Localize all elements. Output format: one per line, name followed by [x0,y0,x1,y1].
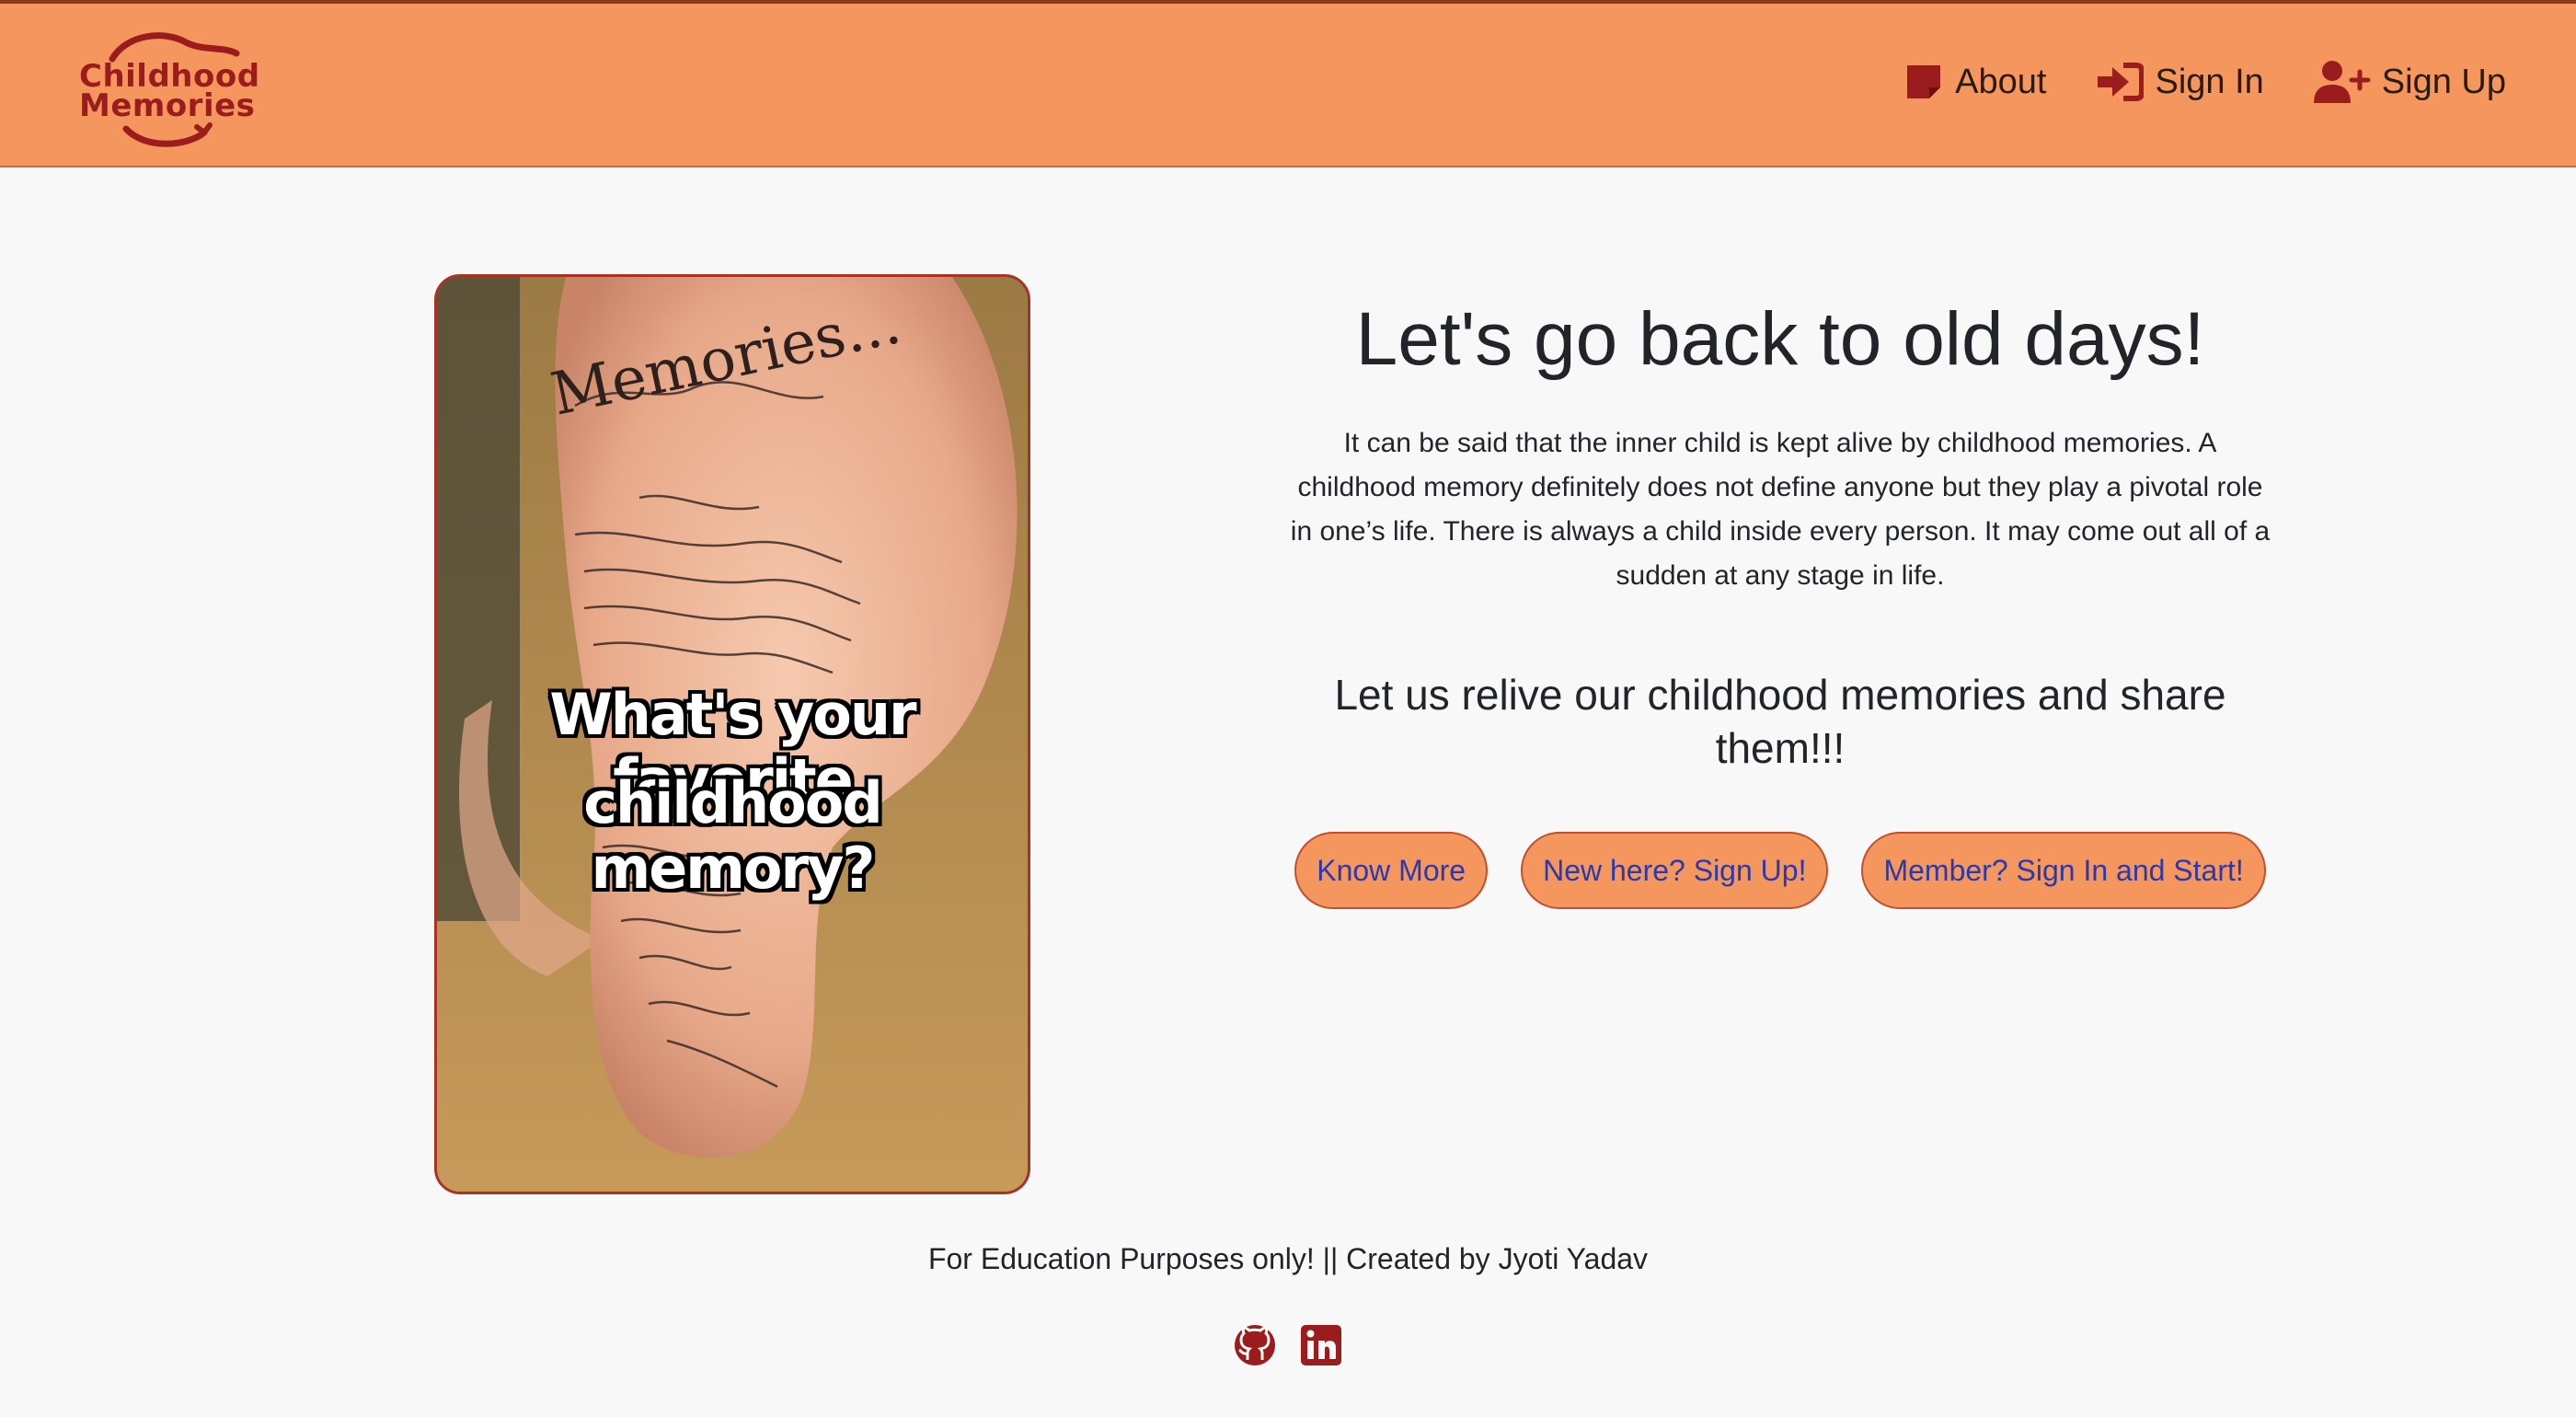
intro-paragraph: It can be said that the inner child is k… [1290,428,2271,592]
hero-image: Memories... What's your favorite childho… [434,274,1030,1194]
footer-text: For Education Purposes only! || Created … [927,1242,1649,1275]
image-caption-line-2: childhood memory? [583,769,882,903]
sign-up-button[interactable]: New here? Sign Up! [1521,832,1829,910]
nav-sign-in-label: Sign In [2155,63,2264,101]
footer-icons [0,1323,2576,1372]
nav-sign-up-label: Sign Up [2381,63,2506,101]
navbar: Childhood Memories About Sign In Sign Up [0,0,2576,167]
brand-logo[interactable]: Childhood Memories [75,29,269,147]
note-icon [1907,65,1941,98]
linkedin-icon[interactable] [1299,1323,1343,1372]
nav-links: About Sign In Sign Up [1854,59,2506,105]
github-icon[interactable] [1233,1323,1277,1372]
know-more-button[interactable]: Know More [1294,832,1489,910]
nav-sign-in[interactable]: Sign In [2096,62,2264,102]
user-plus-icon [2313,61,2371,103]
nav-about-label: About [1955,63,2047,101]
sign-in-start-button[interactable]: Member? Sign In and Start! [1861,832,2266,910]
nav-sign-up[interactable]: Sign Up [2313,59,2506,105]
nav-about[interactable]: About [1903,62,2046,102]
sign-in-icon [2098,63,2145,101]
brand-line-2: Memories [79,87,256,124]
hero-content: Let's go back to old days! It can be sai… [1270,294,2291,910]
cta-buttons: Know More New here? Sign Up! Member? Sig… [1270,832,2291,910]
subheadline: Let us relive our childhood memories and… [1334,671,2226,773]
page-title: Let's go back to old days! [1355,297,2205,381]
